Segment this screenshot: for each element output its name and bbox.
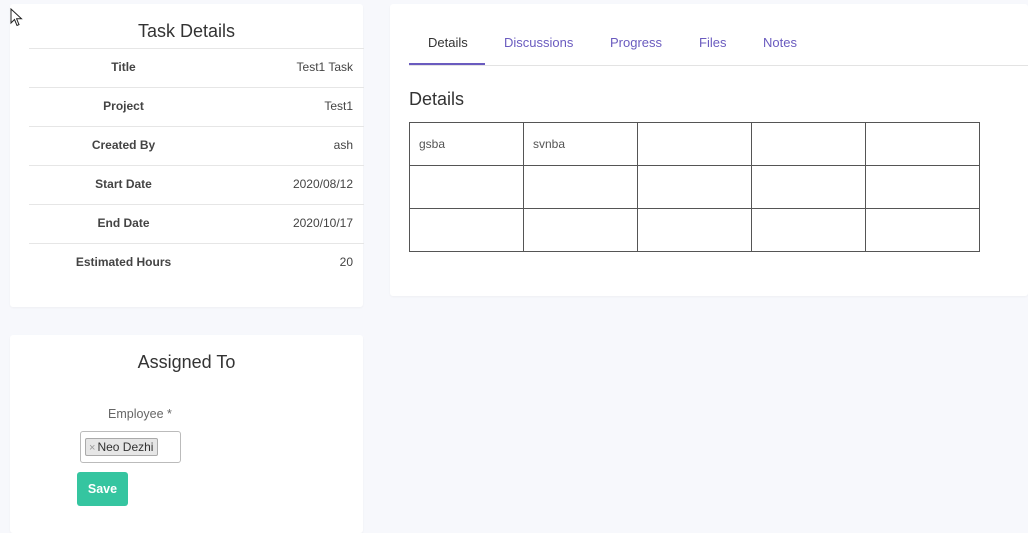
detail-label: Created By — [91, 138, 156, 152]
tab-bar: Details Discussions Progress Files Notes — [409, 4, 1028, 66]
detail-row-created-by: Created By ash — [29, 126, 364, 165]
tab-files[interactable]: Files — [699, 35, 726, 50]
table-row — [409, 165, 980, 209]
employee-chip: × Neo Dezhi — [85, 438, 159, 456]
detail-label: Start Date — [95, 177, 152, 191]
employee-label: Employee * — [108, 407, 172, 421]
employee-chip-label: Neo Dezhi — [97, 440, 154, 454]
detail-value: 20 — [339, 255, 353, 269]
grid-cell[interactable] — [523, 165, 638, 209]
grid-cell[interactable] — [523, 208, 638, 252]
employee-select[interactable]: × Neo Dezhi — [80, 431, 181, 463]
grid-cell[interactable] — [865, 122, 980, 166]
detail-label: Project — [103, 99, 144, 113]
grid-cell[interactable] — [637, 208, 752, 252]
grid-cell[interactable] — [637, 122, 752, 166]
assigned-to-title: Assigned To — [137, 352, 236, 372]
tab-discussions[interactable]: Discussions — [504, 35, 573, 50]
task-details-card: Task Details Title Test1 Task Project Te… — [10, 4, 364, 307]
detail-row-start-date: Start Date 2020/08/12 — [29, 165, 364, 204]
table-row: gsba svnba — [409, 122, 980, 166]
table-row — [409, 208, 980, 252]
tab-notes[interactable]: Notes — [763, 35, 797, 50]
detail-value: 2020/08/12 — [292, 177, 353, 191]
tab-progress[interactable]: Progress — [610, 35, 662, 50]
task-details-table: Title Test1 Task Project Test1 Created B… — [29, 48, 364, 282]
detail-label: Title — [111, 60, 136, 74]
save-button[interactable]: Save — [77, 472, 128, 506]
grid-cell[interactable] — [751, 122, 866, 166]
detail-value: 2020/10/17 — [292, 216, 353, 230]
detail-row-title: Title Test1 Task — [29, 48, 364, 87]
detail-value: ash — [333, 138, 353, 152]
detail-row-project: Project Test1 — [29, 87, 364, 126]
mouse-pointer-icon — [10, 8, 23, 27]
active-tab-indicator — [409, 63, 485, 65]
details-grid: gsba svnba — [409, 122, 980, 252]
grid-cell[interactable] — [751, 165, 866, 209]
grid-cell[interactable] — [637, 165, 752, 209]
detail-label: End Date — [97, 216, 150, 230]
details-section-title: Details — [409, 89, 465, 109]
detail-value: Test1 — [324, 99, 353, 113]
detail-label: Estimated Hours — [75, 255, 172, 269]
detail-row-end-date: End Date 2020/10/17 — [29, 204, 364, 243]
tab-details[interactable]: Details — [428, 35, 468, 50]
grid-cell[interactable]: svnba — [523, 122, 638, 166]
grid-cell[interactable] — [865, 208, 980, 252]
grid-cell[interactable] — [409, 208, 524, 252]
chip-remove-icon[interactable]: × — [89, 442, 95, 454]
detail-value: Test1 Task — [296, 60, 353, 74]
assigned-to-card: Assigned To Employee * × Neo Dezhi Save — [10, 335, 363, 533]
grid-cell[interactable] — [751, 208, 866, 252]
task-details-title: Task Details — [137, 21, 236, 41]
grid-cell[interactable] — [409, 165, 524, 209]
grid-cell[interactable] — [865, 165, 980, 209]
detail-row-estimated-hours: Estimated Hours 20 — [29, 243, 364, 282]
task-tabs-card: Details Discussions Progress Files Notes… — [390, 4, 1028, 296]
grid-cell[interactable]: gsba — [409, 122, 524, 166]
